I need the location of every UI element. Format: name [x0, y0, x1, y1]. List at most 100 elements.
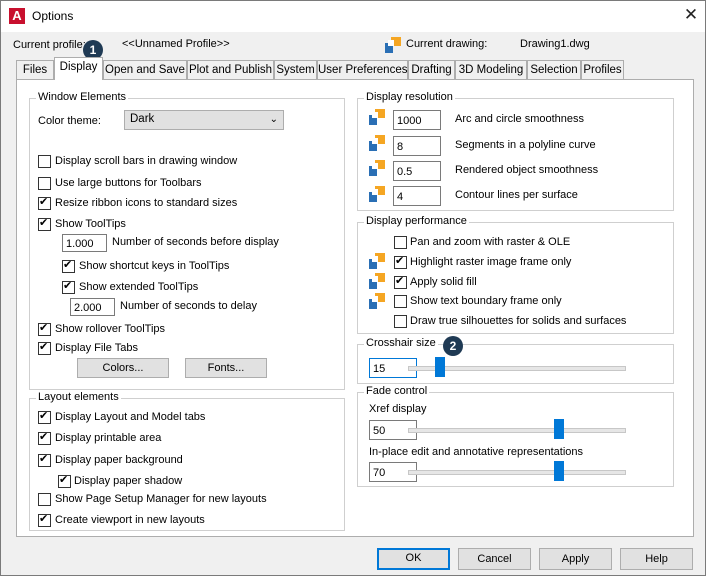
tab-content-display: Window Elements Color theme: Dark ⌄ Disp… — [16, 79, 694, 537]
paper-shadow-checkbox[interactable] — [58, 473, 71, 488]
layout-model-tabs-checkbox[interactable] — [38, 409, 51, 424]
tab-open-and-save[interactable]: Open and Save — [103, 60, 187, 79]
drawing-setting-icon — [369, 186, 385, 202]
tab-profiles[interactable]: Profiles — [581, 60, 624, 79]
crosshair-size-slider-thumb[interactable] — [435, 357, 446, 377]
seconds-to-delay-input[interactable]: 2.000 — [70, 298, 115, 316]
show-tooltips-label: Show ToolTips — [55, 218, 126, 230]
close-icon[interactable]: ✕ — [681, 5, 701, 25]
page-setup-manager-checkbox[interactable] — [38, 493, 51, 506]
large-buttons-checkbox[interactable] — [38, 177, 51, 190]
ok-button[interactable]: OK — [377, 548, 450, 570]
paper-background-label: Display paper background — [55, 454, 183, 466]
color-theme-label: Color theme: — [38, 115, 101, 127]
fonts-button[interactable]: Fonts... — [185, 358, 267, 378]
current-profile-label: Current profile: — [13, 39, 86, 51]
title-bar: A Options ✕ — [1, 1, 705, 32]
printable-area-checkbox[interactable] — [38, 430, 51, 445]
display-performance-title: Display performance — [364, 215, 469, 227]
shortcut-keys-label: Show shortcut keys in ToolTips — [79, 260, 230, 272]
help-button[interactable]: Help — [620, 548, 693, 570]
arc-smoothness-label: Arc and circle smoothness — [455, 113, 584, 125]
cancel-button[interactable]: Cancel — [458, 548, 531, 570]
file-tabs-checkbox[interactable] — [38, 340, 51, 355]
scroll-bars-label: Display scroll bars in drawing window — [55, 155, 238, 167]
crosshair-size-title: Crosshair size — [364, 337, 438, 349]
rollover-tooltips-checkbox[interactable] — [38, 321, 51, 336]
shortcut-keys-checkbox[interactable] — [62, 258, 75, 273]
drawing-setting-icon — [369, 109, 385, 125]
solid-fill-checkbox[interactable] — [394, 274, 407, 289]
create-viewport-checkbox[interactable] — [38, 512, 51, 527]
tab-3d-modeling[interactable]: 3D Modeling — [455, 60, 527, 79]
colors-button[interactable]: Colors... — [77, 358, 169, 378]
xref-display-slider-track[interactable] — [408, 428, 626, 433]
crosshair-size-group: Crosshair size 15 — [357, 337, 674, 384]
resize-ribbon-checkbox[interactable] — [38, 195, 51, 210]
current-profile-value: <<Unnamed Profile>> — [122, 38, 230, 50]
layout-elements-title: Layout elements — [36, 391, 121, 403]
tab-drafting[interactable]: Drafting — [408, 60, 455, 79]
options-dialog: A Options ✕ Current profile: 1 <<Unnamed… — [0, 0, 706, 576]
current-drawing-value: Drawing1.dwg — [520, 38, 590, 50]
inplace-edit-slider-thumb[interactable] — [554, 461, 565, 481]
contour-lines-input[interactable]: 4 — [393, 186, 441, 206]
layout-model-tabs-label: Display Layout and Model tabs — [55, 411, 206, 423]
silhouettes-checkbox[interactable] — [394, 315, 407, 328]
drawing-setting-icon — [369, 273, 385, 289]
fade-control-group: Fade control Xref display 50 In-place ed… — [357, 385, 674, 487]
window-title: Options — [32, 9, 74, 23]
polyline-segments-label: Segments in a polyline curve — [455, 139, 596, 151]
fade-control-title: Fade control — [364, 385, 430, 397]
tab-system[interactable]: System — [274, 60, 317, 79]
large-buttons-label: Use large buttons for Toolbars — [55, 177, 202, 189]
xref-display-slider-thumb[interactable] — [554, 419, 565, 439]
color-theme-select[interactable]: Dark ⌄ — [124, 110, 284, 130]
extended-tooltips-checkbox[interactable] — [62, 279, 75, 294]
resize-ribbon-label: Resize ribbon icons to standard sizes — [55, 197, 238, 209]
autocad-app-icon: A — [9, 8, 25, 24]
drawing-icon — [385, 37, 401, 53]
create-viewport-label: Create viewport in new layouts — [55, 514, 205, 526]
rendered-smoothness-label: Rendered object smoothness — [455, 164, 599, 176]
contour-lines-label: Contour lines per surface — [455, 189, 578, 201]
pan-zoom-label: Pan and zoom with raster & OLE — [410, 236, 571, 248]
paper-background-checkbox[interactable] — [38, 452, 51, 467]
window-elements-title: Window Elements — [36, 91, 129, 103]
tab-display[interactable]: Display — [54, 57, 103, 80]
drawing-setting-icon — [369, 293, 385, 309]
seconds-to-delay-label: Number of seconds to delay — [120, 300, 257, 312]
highlight-raster-label: Highlight raster image frame only — [410, 256, 572, 268]
highlight-raster-checkbox[interactable] — [394, 254, 407, 269]
display-performance-group: Display performance Pan and zoom with ra… — [357, 215, 674, 334]
tab-selection[interactable]: Selection — [527, 60, 581, 79]
pan-zoom-checkbox[interactable] — [394, 236, 407, 249]
current-drawing-label: Current drawing: — [406, 38, 488, 50]
show-tooltips-checkbox[interactable] — [38, 216, 51, 231]
rendered-smoothness-input[interactable]: 0.5 — [393, 161, 441, 181]
scroll-bars-checkbox[interactable] — [38, 155, 51, 168]
rollover-tooltips-label: Show rollover ToolTips — [55, 323, 166, 335]
display-resolution-group: Display resolution 1000 Arc and circle s… — [357, 91, 674, 211]
inplace-edit-slider-track[interactable] — [408, 470, 626, 475]
display-resolution-title: Display resolution — [364, 91, 455, 103]
arc-smoothness-input[interactable]: 1000 — [393, 110, 441, 130]
tab-plot-and-publish[interactable]: Plot and Publish — [187, 60, 274, 79]
polyline-segments-input[interactable]: 8 — [393, 136, 441, 156]
xref-display-label: Xref display — [369, 403, 427, 415]
paper-shadow-label: Display paper shadow — [74, 475, 183, 487]
solid-fill-label: Apply solid fill — [410, 276, 477, 288]
layout-elements-group: Layout elements Display Layout and Model… — [29, 391, 345, 531]
chevron-down-icon: ⌄ — [269, 114, 278, 125]
tab-files[interactable]: Files — [16, 60, 54, 79]
tab-user-preferences[interactable]: User Preferences — [317, 60, 408, 79]
file-tabs-label: Display File Tabs — [55, 342, 138, 354]
seconds-before-display-input[interactable]: 1.000 — [62, 234, 107, 252]
text-boundary-label: Show text boundary frame only — [410, 295, 562, 307]
apply-button[interactable]: Apply — [539, 548, 612, 570]
drawing-setting-icon — [369, 253, 385, 269]
text-boundary-checkbox[interactable] — [394, 295, 407, 308]
silhouettes-label: Draw true silhouettes for solids and sur… — [410, 315, 627, 327]
seconds-before-display-label: Number of seconds before display — [112, 236, 279, 248]
drawing-setting-icon — [369, 135, 385, 151]
